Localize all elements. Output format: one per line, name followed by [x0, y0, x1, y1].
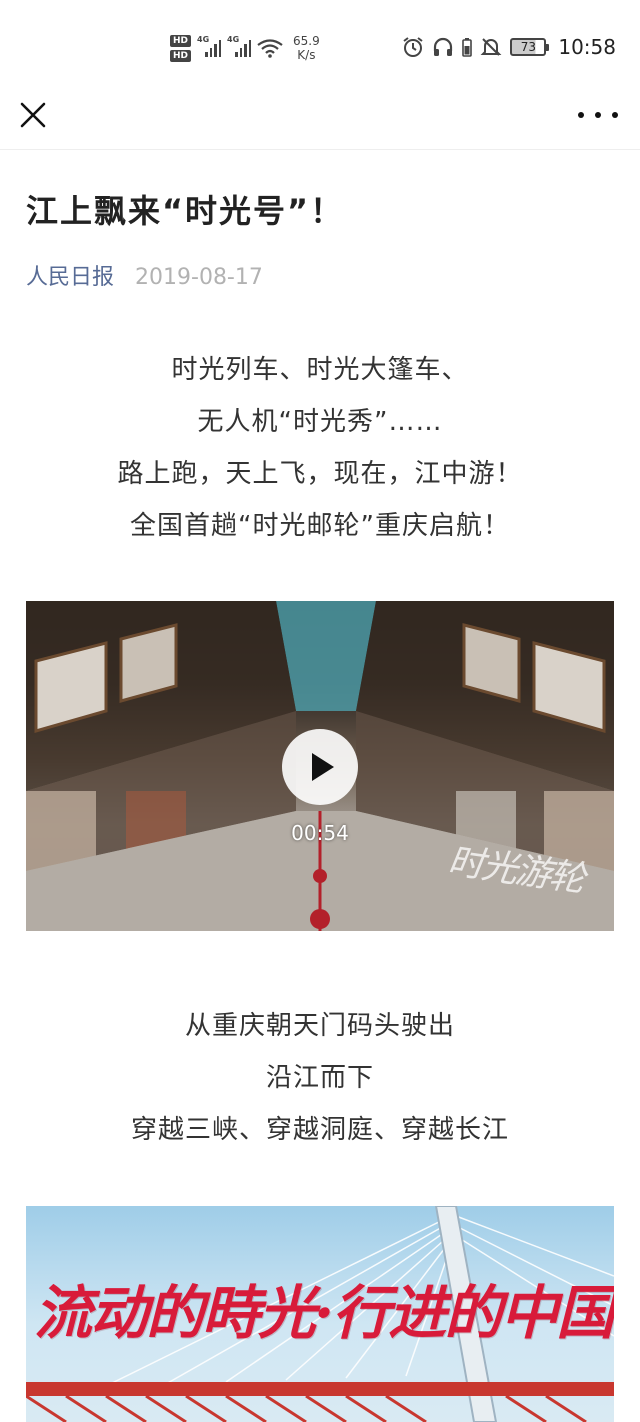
more-dot-icon	[578, 112, 584, 118]
top-navbar	[0, 86, 640, 150]
system-indicators: 73 10:58	[402, 32, 616, 62]
hd-badge-1: HD	[170, 34, 192, 47]
mute-bell-icon	[480, 38, 502, 56]
intro-paragraph: 时光列车、时光大篷车、 无人机“时光秀”…… 路上跑，天上飞，现在，江中游！ 全…	[0, 344, 640, 552]
headphones-icon	[434, 37, 453, 56]
network-indicators: HD HD 4G 4G 65.9 K/s	[170, 28, 320, 68]
intro-line: 全国首趟“时光邮轮”重庆启航！	[130, 511, 510, 541]
more-dot-icon	[595, 112, 601, 118]
publish-date: 2019-08-17	[135, 265, 263, 290]
signal-2-label: 4G	[227, 35, 240, 44]
article-meta: 人民日报 2019-08-17	[26, 259, 263, 291]
close-icon[interactable]	[16, 98, 50, 132]
banner-slogan: 流动的時光·行进的中国	[34, 1279, 614, 1347]
speed-value: 65.9	[293, 34, 320, 48]
body-line: 穿越三峡、穿越洞庭、穿越长江	[130, 1115, 509, 1145]
signal-1-label: 4G	[197, 35, 210, 44]
more-options-button[interactable]	[578, 100, 618, 130]
intro-line: 时光列车、时光大篷车、	[171, 355, 469, 385]
body-paragraph: 从重庆朝天门码头驶出 沿江而下 穿越三峡、穿越洞庭、穿越长江	[0, 1000, 640, 1156]
author-link[interactable]: 人民日报	[26, 265, 114, 290]
network-speed: 65.9 K/s	[293, 34, 320, 62]
play-button[interactable]	[282, 729, 358, 805]
wifi-icon	[257, 39, 283, 58]
status-bar: HD HD 4G 4G 65.9 K/s 73 10:58	[0, 0, 640, 86]
intro-line: 路上跑，天上飞，现在，江中游！	[117, 459, 523, 489]
status-time: 10:58	[558, 35, 616, 59]
body-line: 沿江而下	[265, 1063, 374, 1093]
alarm-icon	[403, 37, 423, 57]
video-player[interactable]: 00:54 时光游轮	[26, 601, 614, 931]
body-line: 从重庆朝天门码头驶出	[184, 1011, 455, 1041]
hd-badge-2: HD	[170, 49, 192, 62]
speed-unit: K/s	[297, 48, 316, 62]
banner-image: 流动的時光·行进的中国	[26, 1206, 614, 1422]
more-dot-icon	[612, 112, 618, 118]
small-battery-icon	[462, 38, 473, 57]
battery-indicator: 73	[510, 38, 550, 56]
intro-line: 无人机“时光秀”……	[197, 407, 443, 437]
signal-1-icon: 4G	[197, 35, 222, 57]
signal-2-icon: 4G	[227, 35, 252, 57]
article-title: 江上飘来“时光号”！	[26, 192, 345, 230]
